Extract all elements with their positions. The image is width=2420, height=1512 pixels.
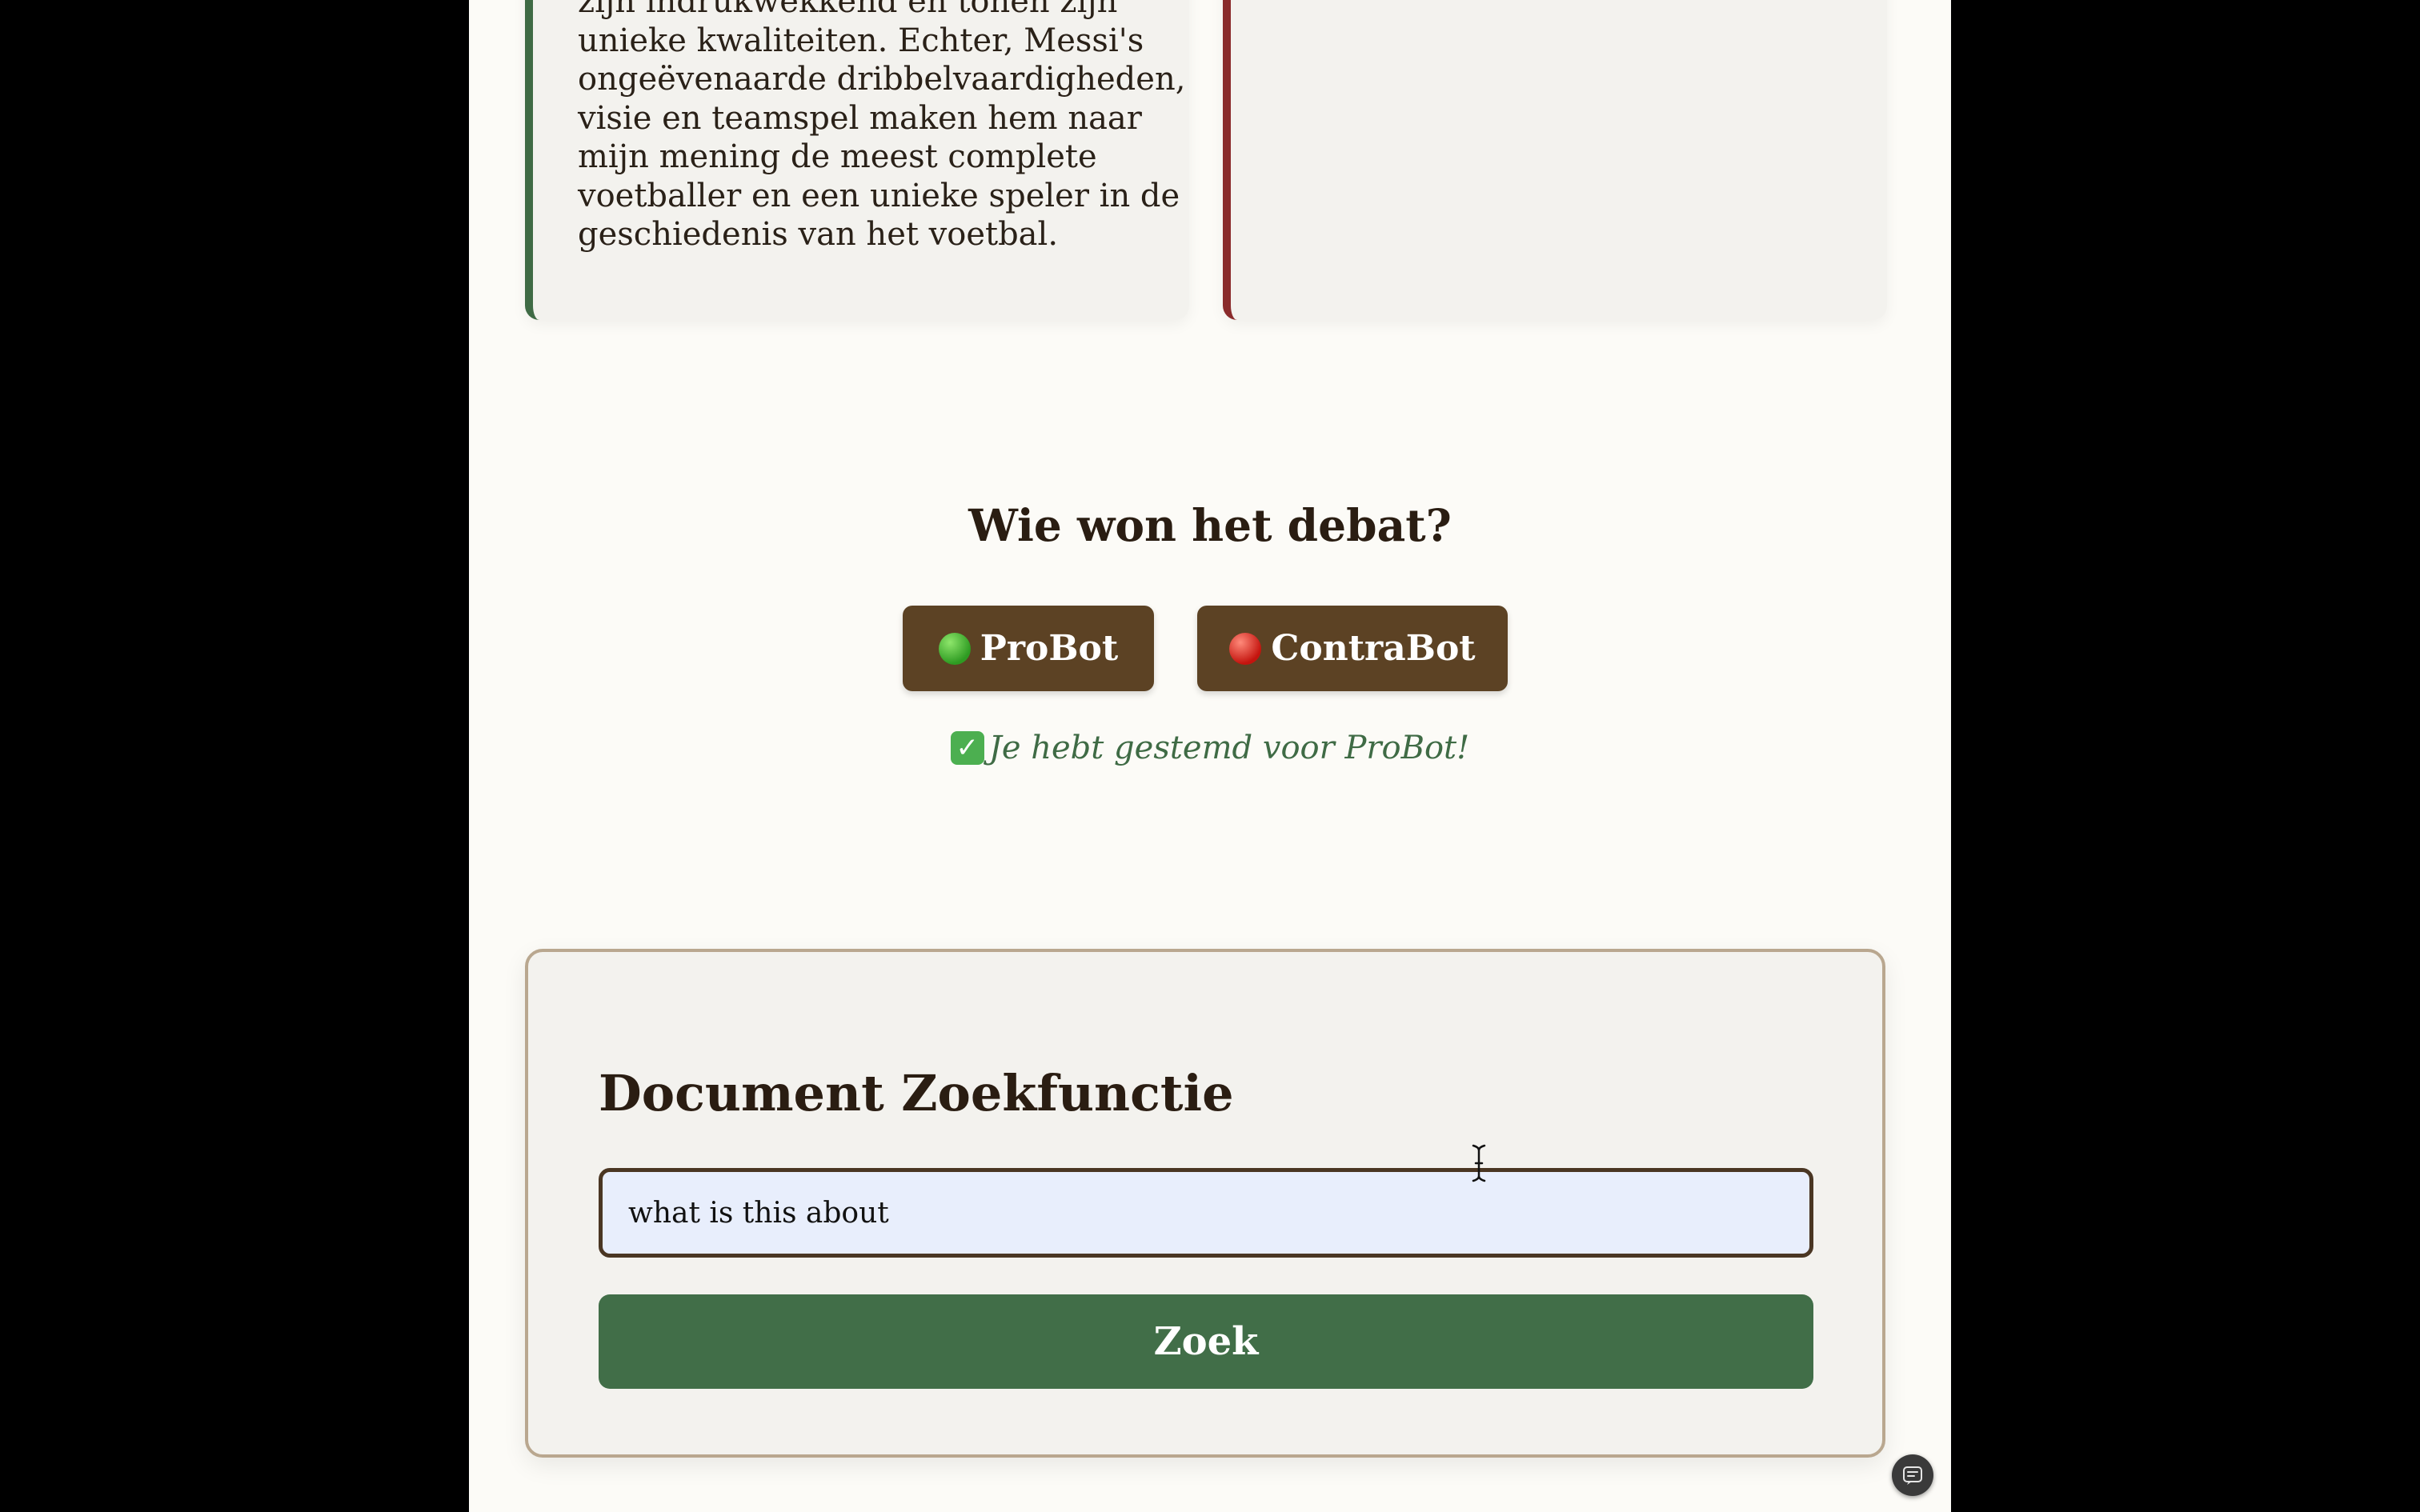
- search-title: Document Zoekfunctie: [599, 1064, 1234, 1122]
- pro-argument-line: mijn mening de meest complete: [578, 138, 1097, 175]
- vote-contrabot-button[interactable]: ContraBot: [1197, 606, 1508, 691]
- check-mark-icon: ✓: [950, 731, 984, 765]
- pro-argument-line: geschiedenis van het voetbal.: [578, 216, 1059, 253]
- search-button[interactable]: Zoek: [599, 1294, 1813, 1389]
- contra-argument-card: [1223, 0, 1887, 320]
- page: zijn indrukwekkend en tonen zijn unieke …: [469, 0, 1951, 1512]
- red-circle-icon: [1229, 632, 1262, 665]
- document-search-panel: Document Zoekfunctie Zoek: [525, 949, 1885, 1458]
- vote-result-text: Je hebt gestemd voor ProBot!: [988, 730, 1470, 766]
- green-circle-icon: [938, 632, 971, 665]
- pro-argument-line: zijn indrukwekkend en tonen zijn: [578, 0, 1118, 20]
- vote-probot-button[interactable]: ProBot: [903, 606, 1154, 691]
- pro-argument-card: zijn indrukwekkend en tonen zijn unieke …: [525, 0, 1189, 320]
- pro-argument-text: zijn indrukwekkend en tonen zijn unieke …: [578, 0, 1186, 254]
- vote-result-message: ✓ Je hebt gestemd voor ProBot!: [469, 730, 1951, 766]
- pro-argument-line: visie en teamspel maken hem naar: [578, 99, 1142, 137]
- vote-title: Wie won het debat?: [968, 499, 1452, 551]
- vote-contrabot-label: ContraBot: [1271, 628, 1476, 669]
- pro-argument-line: voetballer en een unieke speler in de: [578, 177, 1180, 214]
- pro-argument-line: ongeëvenaarde dribbelvaardigheden,: [578, 61, 1186, 98]
- assistant-icon[interactable]: [1892, 1454, 1933, 1496]
- assistant-glyph-icon: [1903, 1466, 1922, 1485]
- search-input[interactable]: [599, 1168, 1813, 1258]
- pro-argument-line: unieke kwaliteiten. Echter, Messi's: [578, 22, 1144, 59]
- text-cursor-icon: [1472, 1144, 1486, 1182]
- vote-probot-label: ProBot: [980, 628, 1119, 669]
